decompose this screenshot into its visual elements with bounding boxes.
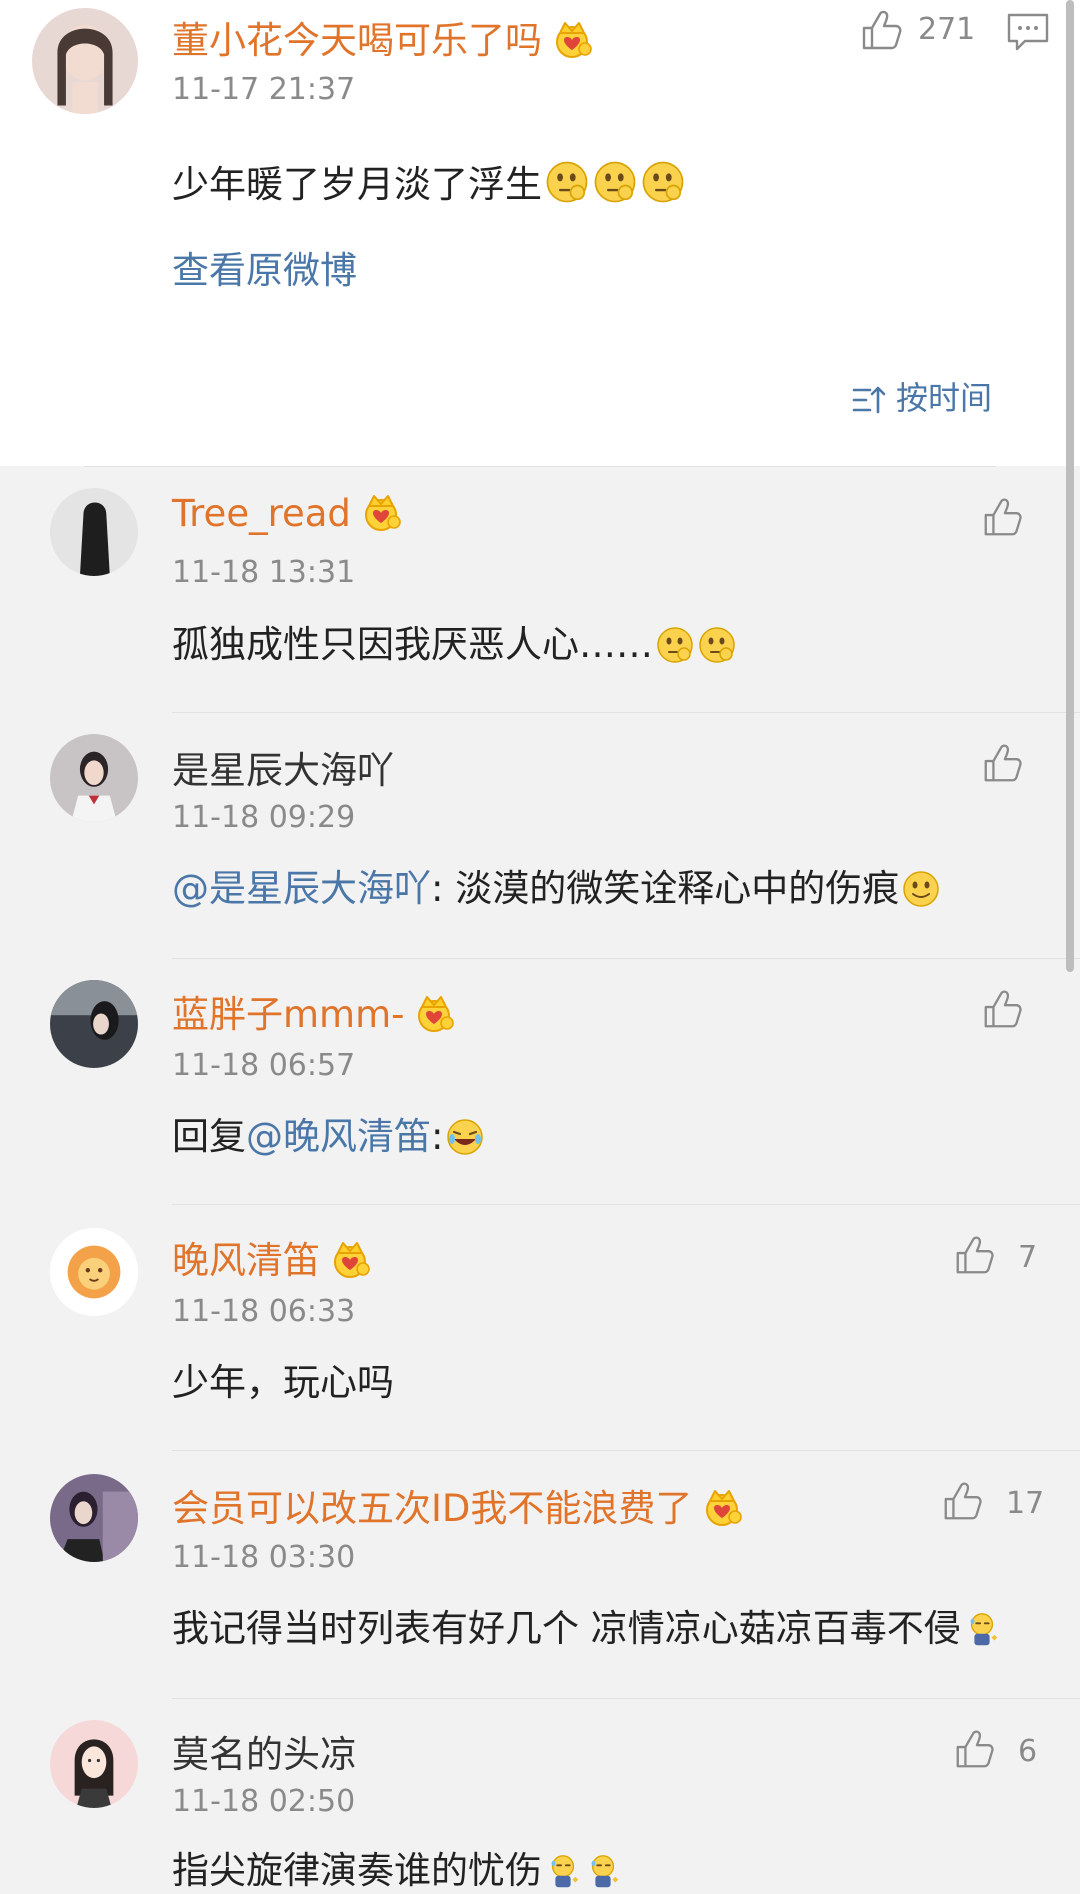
vip-crown-icon: [359, 492, 403, 532]
like-count: 7: [1018, 1240, 1038, 1275]
comment-text: 指尖旋律演奏谁的忧伤: [172, 1840, 622, 1894]
divider: [172, 1698, 1080, 1699]
post-author-avatar[interactable]: [32, 8, 138, 114]
divider: [172, 1204, 1080, 1205]
divider: [84, 466, 996, 467]
commenter-name[interactable]: 蓝胖子mmm-: [172, 984, 456, 1038]
vip-crown-icon: [412, 993, 456, 1033]
vip-crown-icon: [550, 19, 594, 59]
commenter-avatar[interactable]: [50, 1228, 138, 1316]
post-text: 少年暖了岁月淡了浮生: [172, 154, 686, 208]
like-count: 17: [1006, 1486, 1045, 1521]
comment-icon[interactable]: [1006, 12, 1050, 52]
vip-crown-icon: [328, 1239, 372, 1279]
thinking-emoji-icon: [655, 625, 695, 665]
post-author-name[interactable]: 董小花今天喝可乐了吗: [172, 10, 594, 64]
mention-link[interactable]: @是星辰大海吖: [172, 867, 431, 910]
comment-text: @是星辰大海吖: 淡漠的微笑诠释心中的伤痕: [172, 858, 941, 912]
original-post: 董小花今天喝可乐了吗 11-17 21:37 271 少年暖了岁月淡了浮生 查看…: [0, 0, 1080, 466]
laugh-emoji-icon: [445, 1117, 485, 1157]
thinking-emoji-icon: [544, 159, 590, 205]
comment-time: 11-18 06:57: [172, 1048, 356, 1083]
divider: [172, 1450, 1080, 1451]
comment-time: 11-18 09:29: [172, 800, 356, 835]
post-like-button[interactable]: [858, 6, 906, 54]
sweat-emoji-icon: [963, 1611, 1001, 1649]
scrollbar[interactable]: [1066, 0, 1074, 972]
comment-time: 11-18 06:33: [172, 1294, 356, 1329]
like-button[interactable]: [980, 740, 1026, 786]
divider: [172, 958, 1080, 959]
smile-emoji-icon: [901, 869, 941, 909]
vip-crown-icon: [700, 1487, 744, 1527]
commenter-avatar[interactable]: [50, 1720, 138, 1808]
commenter-name[interactable]: 是星辰大海吖: [172, 740, 394, 794]
comment-time: 11-18 02:50: [172, 1784, 356, 1819]
comment-text: 孤独成性只因我厌恶人心……: [172, 614, 737, 668]
comment-time: 11-18 13:31: [172, 555, 356, 590]
commenter-name[interactable]: 晚风清笛: [172, 1230, 372, 1284]
like-button[interactable]: [980, 494, 1026, 540]
commenter-avatar[interactable]: [50, 734, 138, 822]
divider: [172, 712, 1080, 713]
sweat-emoji-icon: [544, 1853, 582, 1891]
commenter-name[interactable]: 莫名的头凉: [172, 1724, 357, 1778]
commenter-avatar[interactable]: [50, 1474, 138, 1562]
like-button[interactable]: [952, 1726, 998, 1772]
thinking-emoji-icon: [592, 159, 638, 205]
commenter-avatar[interactable]: [50, 980, 138, 1068]
commenter-avatar[interactable]: [50, 488, 138, 576]
sort-icon: [852, 386, 886, 414]
post-time: 11-17 21:37: [172, 72, 356, 107]
sweat-emoji-icon: [584, 1853, 622, 1891]
comment-text: 少年，玩心吗: [172, 1361, 394, 1404]
comment-time: 11-18 03:30: [172, 1540, 356, 1575]
commenter-name[interactable]: 会员可以改五次ID我不能浪费了: [172, 1478, 744, 1532]
like-button[interactable]: [940, 1478, 986, 1524]
comment-text: 我记得当时列表有好几个 凉情凉心菇凉百毒不侵: [172, 1598, 1001, 1652]
like-count: 6: [1018, 1734, 1038, 1769]
like-button[interactable]: [980, 986, 1026, 1032]
thinking-emoji-icon: [697, 625, 737, 665]
sort-by-time-button[interactable]: 按时间: [852, 373, 992, 419]
mention-link[interactable]: @晚风清笛: [246, 1115, 431, 1158]
thinking-emoji-icon: [640, 159, 686, 205]
like-button[interactable]: [952, 1232, 998, 1278]
post-like-count: 271: [918, 12, 976, 47]
view-original-link[interactable]: 查看原微博: [172, 240, 357, 294]
comment-text: 回复@晚风清笛:: [172, 1106, 485, 1160]
commenter-name[interactable]: Tree_read: [172, 492, 403, 535]
